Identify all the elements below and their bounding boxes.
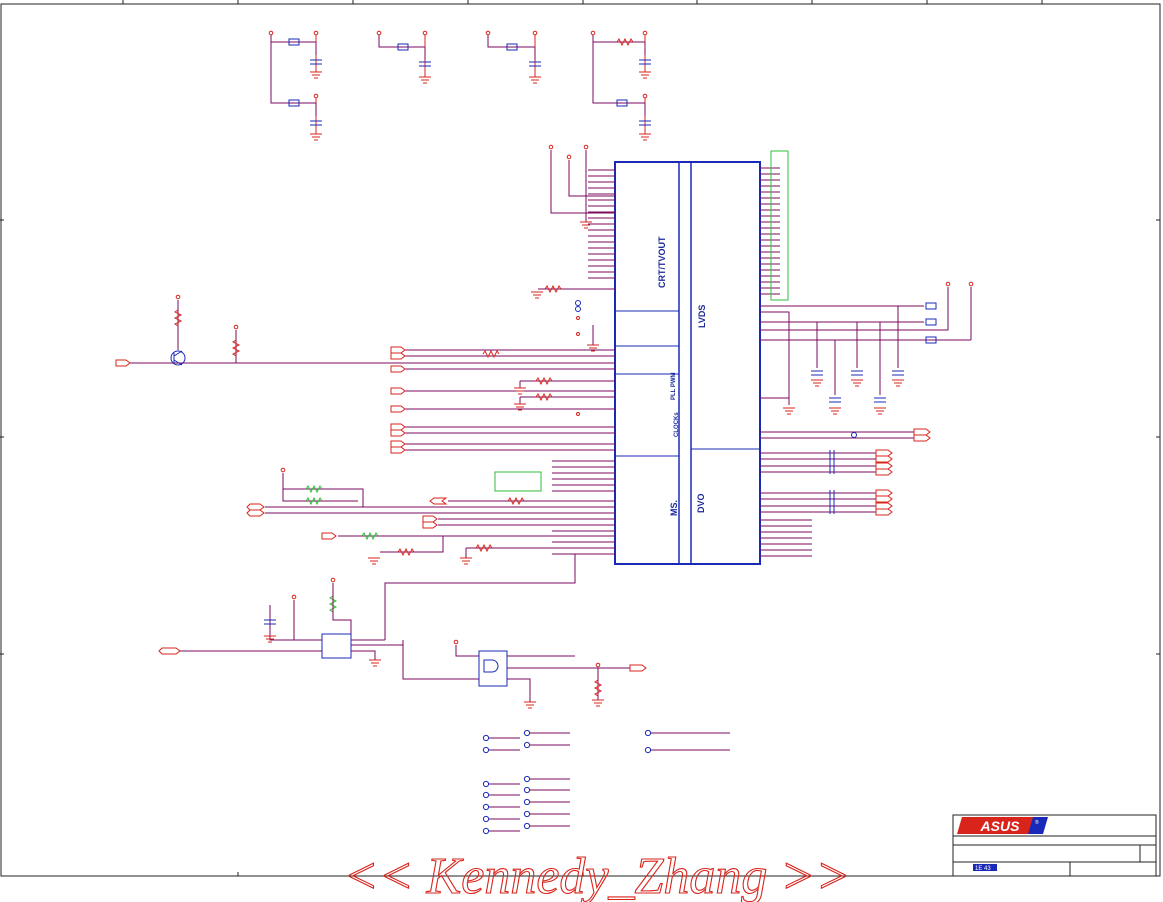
- test-point: [644, 746, 652, 754]
- chip-section-clocks: CLOCKs: [674, 412, 680, 437]
- test-point: [482, 734, 490, 742]
- chip-section-dvo: DVO: [696, 493, 706, 513]
- test-point: [523, 810, 531, 818]
- reset-logic: [158, 577, 647, 709]
- test-point: [523, 741, 531, 749]
- chip-right-pins: [760, 167, 812, 557]
- lvds-connector-outline: [770, 150, 789, 301]
- registered-mark: ®: [1035, 819, 1039, 826]
- chip-section-ms: MS.: [669, 500, 679, 516]
- test-point: [523, 822, 531, 830]
- sheet-frame: [0, 0, 1161, 877]
- test-point: [482, 803, 490, 811]
- asus-logo-text: ASUS: [980, 818, 1021, 834]
- test-point: [482, 827, 490, 835]
- test-point-group: [482, 729, 730, 835]
- chip-section-crt-tvout: CRT/TVOUT: [657, 236, 667, 288]
- chip-section-lvds: LVDS: [697, 305, 707, 328]
- right-signal-nets: [760, 281, 974, 516]
- test-point: [523, 798, 531, 806]
- test-point: [482, 791, 490, 799]
- watermark-text: << Kennedy_Zhang >>: [343, 848, 850, 902]
- test-point: [482, 780, 490, 788]
- chip-section-pll-pwm: PLL PWM: [671, 372, 677, 400]
- test-point: [482, 815, 490, 823]
- chip-left-pins: [588, 169, 615, 279]
- title-block: ASUS ® 1E 43: [952, 814, 1157, 877]
- test-point: [523, 786, 531, 794]
- top-filter-groups: [268, 30, 651, 141]
- test-point: [482, 746, 490, 754]
- test-point: [523, 729, 531, 737]
- test-point: [644, 729, 652, 737]
- sheet-ref-text: 1E 43: [975, 866, 991, 872]
- left-signal-nets: [115, 294, 615, 640]
- asus-logo: ASUS ®: [957, 817, 1048, 834]
- schematic-sheet: CRT/TVOUT LVDS PLL PWM CLOCKs MS. DVO AS…: [0, 0, 1161, 902]
- graphics-chip: CRT/TVOUT LVDS PLL PWM CLOCKs MS. DVO: [614, 161, 761, 565]
- test-point: [523, 775, 531, 783]
- crt-strap-wiring: [531, 144, 615, 416]
